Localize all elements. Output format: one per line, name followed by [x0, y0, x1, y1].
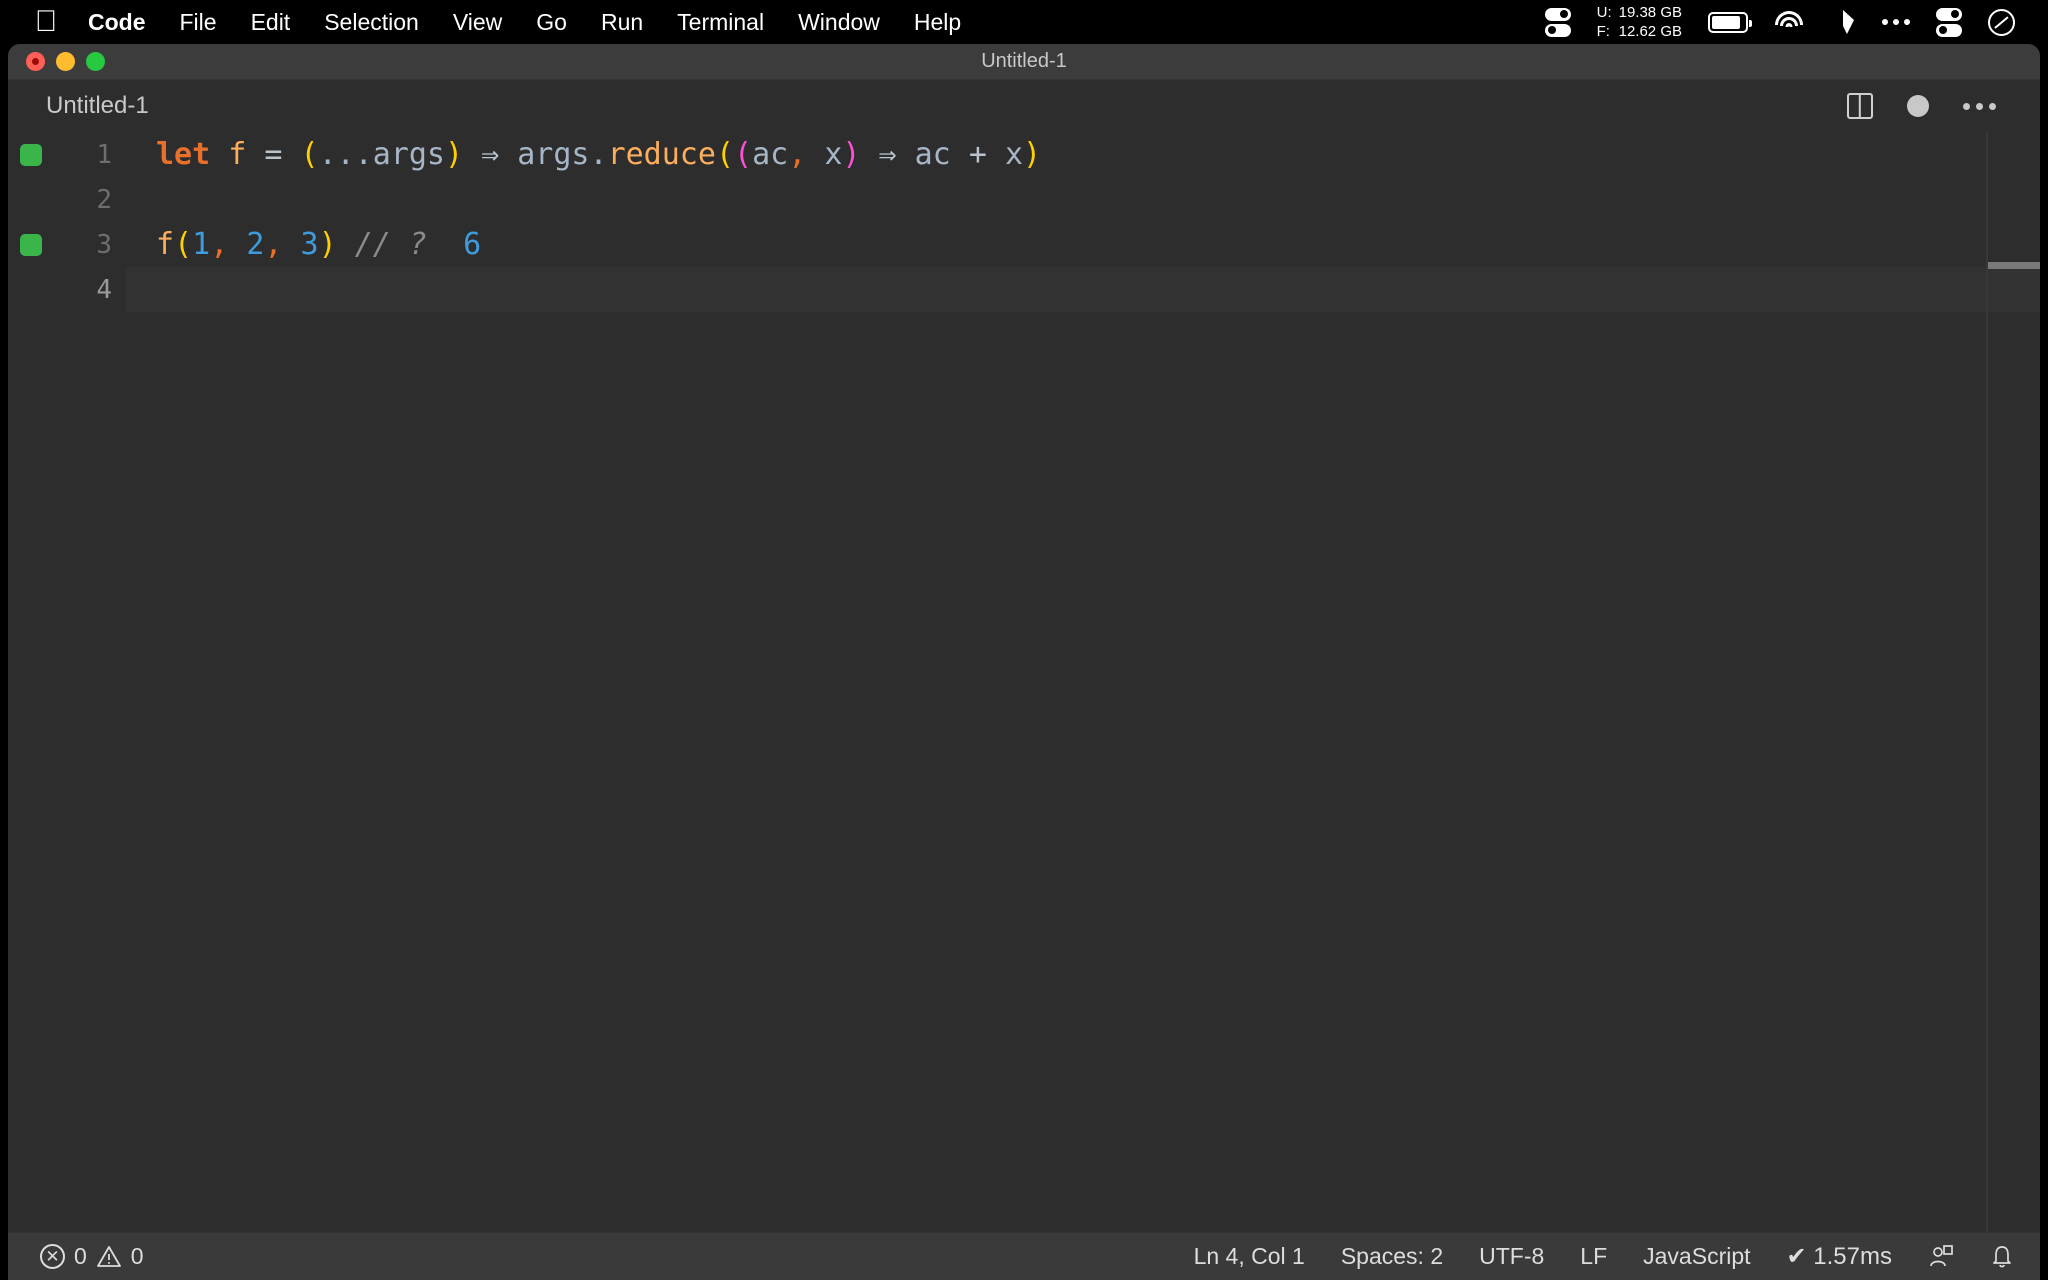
menu-item-run[interactable]: Run	[584, 0, 660, 44]
ellipsis-icon[interactable]	[1869, 0, 1923, 44]
memory-free-value: 12.62 GB	[1618, 23, 1682, 40]
line-content[interactable]	[126, 267, 2040, 312]
error-circle-icon: ✕	[40, 1244, 65, 1269]
code-text: f(1, 2, 3) // ? 6	[156, 227, 482, 262]
menu-item-help[interactable]: Help	[897, 0, 978, 44]
memory-stats[interactable]: U: 19.38 GB F: 12.62 GB	[1584, 0, 1695, 44]
toggles-icon[interactable]	[1923, 0, 1975, 44]
warning-triangle-icon	[96, 1245, 122, 1268]
code-line-2[interactable]: 2	[8, 177, 2040, 222]
line-content[interactable]: let f = (...args) ⇒ args.reduce((ac, x) …	[126, 132, 2040, 177]
warning-count: 0	[130, 1243, 144, 1269]
menu-item-terminal[interactable]: Terminal	[660, 0, 781, 44]
line-number: 4	[96, 274, 112, 305]
remote-window-icon[interactable]	[1928, 1244, 1954, 1270]
wifi-icon[interactable]	[1761, 0, 1817, 44]
memory-used-label: U:	[1596, 3, 1612, 21]
gutter-marker-3[interactable]	[8, 233, 54, 256]
status-bar: ✕ 0 0 Ln 4, Col 1 Spaces: 2 UTF-8 LF Jav…	[8, 1232, 2040, 1280]
maximize-window-button[interactable]	[86, 52, 105, 71]
status-bar-right: Ln 4, Col 1 Spaces: 2 UTF-8 LF JavaScrip…	[1194, 1242, 2014, 1271]
more-actions-icon[interactable]	[1963, 102, 1996, 110]
editor-actions	[1847, 93, 2040, 119]
window-titlebar: Untitled-1	[8, 44, 2040, 80]
language-mode-status[interactable]: JavaScript	[1643, 1243, 1750, 1270]
line-number: 2	[96, 184, 112, 215]
code-text: let f = (...args) ⇒ args.reduce((ac, x) …	[156, 137, 1042, 172]
menu-item-code[interactable]: Code	[66, 0, 163, 44]
problems-status[interactable]: ✕ 0 0	[34, 1243, 150, 1270]
battery-icon[interactable]	[1695, 0, 1761, 44]
apple-logo-icon[interactable]: 	[26, 0, 66, 44]
code-line-4[interactable]: 4	[8, 267, 2040, 312]
gutter-marker-1[interactable]	[8, 143, 54, 166]
line-number: 1	[96, 139, 112, 170]
memory-toggle-icon[interactable]	[1532, 0, 1584, 44]
dropbox-icon[interactable]	[1817, 0, 1869, 44]
error-count: 0	[74, 1243, 87, 1269]
indentation-status[interactable]: Spaces: 2	[1341, 1243, 1443, 1270]
menu-item-window[interactable]: Window	[781, 0, 897, 44]
close-window-button[interactable]	[26, 52, 45, 71]
live-run-marker-icon	[20, 143, 42, 166]
unsaved-dot-icon[interactable]	[1907, 95, 1929, 117]
code-line-1[interactable]: 1 let f = (...args) ⇒ args.reduce((ac, x)…	[8, 132, 2040, 177]
macos-menubar:  Code File Edit Selection View Go Run T…	[0, 0, 2048, 44]
menu-item-edit[interactable]: Edit	[234, 0, 308, 44]
eol-status[interactable]: LF	[1580, 1243, 1607, 1270]
menubar-status-icons: U: 19.38 GB F: 12.62 GB	[1532, 0, 2048, 44]
status-bar-left: ✕ 0 0	[34, 1243, 150, 1270]
menu-item-go[interactable]: Go	[519, 0, 584, 44]
line-number: 3	[96, 229, 112, 260]
minimize-window-button[interactable]	[56, 52, 75, 71]
menu-item-view[interactable]: View	[436, 0, 519, 44]
split-editor-icon[interactable]	[1847, 93, 1873, 119]
code-line-3[interactable]: 3 f(1, 2, 3) // ? 6	[8, 222, 2040, 267]
run-time-status[interactable]: ✔ 1.57ms	[1787, 1242, 1892, 1271]
tab-label: Untitled-1	[46, 92, 149, 119]
editor-tabbar: Untitled-1	[8, 80, 2040, 132]
encoding-status[interactable]: UTF-8	[1479, 1243, 1544, 1270]
window-title: Untitled-1	[981, 50, 1067, 72]
line-content[interactable]	[126, 177, 2040, 222]
tab-untitled-1[interactable]: Untitled-1	[8, 80, 177, 132]
editor-scrollbar[interactable]	[1986, 132, 1988, 1232]
control-center-icon[interactable]	[1975, 0, 2028, 44]
notifications-bell-icon[interactable]	[1990, 1244, 2014, 1270]
code-lines-container: 1 let f = (...args) ⇒ args.reduce((ac, x)…	[8, 132, 2040, 312]
menu-item-file[interactable]: File	[163, 0, 234, 44]
cursor-position-status[interactable]: Ln 4, Col 1	[1194, 1243, 1305, 1270]
traffic-lights	[8, 52, 105, 71]
vscode-window: Untitled-1 Untitled-1 1 let f = (...args)…	[8, 44, 2040, 1280]
line-content[interactable]: f(1, 2, 3) // ? 6	[126, 222, 2040, 267]
memory-used-value: 19.38 GB	[1618, 3, 1682, 21]
code-editor[interactable]: 1 let f = (...args) ⇒ args.reduce((ac, x)…	[8, 132, 2040, 1232]
memory-free-label: F:	[1596, 23, 1610, 40]
live-run-marker-icon	[20, 233, 42, 256]
overview-ruler-mark	[1988, 262, 2040, 269]
menu-item-selection[interactable]: Selection	[307, 0, 436, 44]
menubar-left:  Code File Edit Selection View Go Run T…	[0, 0, 978, 44]
